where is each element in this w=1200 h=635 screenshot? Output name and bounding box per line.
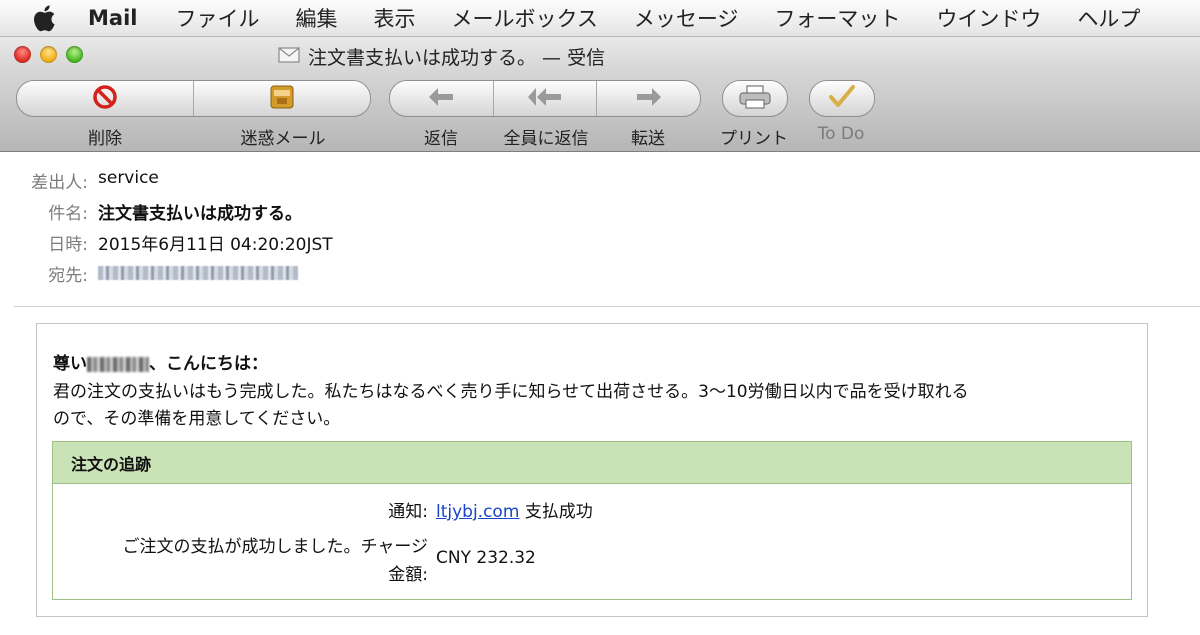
window-title: 注文書支払いは成功する。 — 受信: [278, 43, 605, 70]
window-title-text: 注文書支払いは成功する。 — 受信: [308, 47, 606, 69]
greeting-prefix: 尊い: [53, 354, 87, 374]
from-label: 差出人:: [31, 173, 88, 193]
from-value[interactable]: service: [98, 168, 159, 188]
forward-button[interactable]: [597, 81, 700, 116]
delete-label: 削除: [88, 129, 122, 149]
to-value-redacted[interactable]: [98, 263, 298, 283]
menu-mailbox[interactable]: メールボックス: [433, 3, 615, 33]
menu-format[interactable]: フォーマット: [756, 3, 918, 33]
reply-label: 返信: [424, 129, 458, 149]
menu-help[interactable]: ヘルプ: [1059, 3, 1158, 33]
greeting-suffix: 、こんにちは：: [149, 354, 268, 374]
charge-label-line-1: ご注文の支払が成功しました。チャージ: [122, 537, 429, 557]
menu-edit[interactable]: 編集: [277, 3, 355, 33]
notice-label: 通知:: [388, 502, 428, 522]
delete-junk-segment: [16, 80, 371, 117]
reply-all-label: 全員に返信: [503, 129, 589, 149]
menu-bar: Mail ファイル 編集 表示 メールボックス メッセージ フォーマット ウイン…: [0, 0, 1200, 37]
junk-button[interactable]: [194, 81, 370, 116]
close-window-button[interactable]: [14, 46, 31, 63]
menu-app-mail[interactable]: Mail: [82, 6, 157, 30]
order-tracking-heading: 注文の追跡: [53, 442, 1131, 484]
envelope-icon: [278, 46, 300, 68]
date-value: 2015年6月11日 04:20:20JST: [98, 235, 333, 255]
print-label: プリント: [720, 129, 788, 149]
forward-label: 転送: [631, 129, 665, 149]
window-title-bar: 注文書支払いは成功する。 — 受信: [0, 37, 1200, 71]
delete-icon: [92, 84, 118, 114]
to-label: 宛先:: [48, 266, 88, 286]
reply-button[interactable]: [390, 81, 494, 116]
notice-link[interactable]: ltjybj.com: [436, 502, 519, 522]
charge-amount: CNY 232.32: [436, 548, 536, 568]
reply-all-arrow-icon: [526, 85, 564, 113]
menu-window[interactable]: ウインドウ: [918, 3, 1059, 33]
menu-file[interactable]: ファイル: [157, 3, 277, 33]
charge-label-line-2: 金額:: [388, 565, 428, 585]
header-divider: [14, 306, 1200, 307]
menu-message[interactable]: メッセージ: [616, 3, 757, 33]
reply-segment: [389, 80, 701, 117]
redacted-address: [98, 266, 298, 280]
todo-segment: [809, 80, 875, 117]
toolbar: 削除 迷惑メール 返信 全員に返信 転送 プリント To Do: [0, 71, 1200, 152]
date-label: 日時:: [48, 235, 88, 255]
message-paragraph: 君の注文の支払いはもう完成した。私たちはなるべく売り手に知らせて出荷させる。3〜…: [53, 379, 1138, 433]
greeting: 尊い 、こんにちは：: [53, 349, 268, 374]
junk-label: 迷惑メール: [240, 129, 326, 149]
delete-button[interactable]: [17, 81, 194, 116]
forward-arrow-icon: [634, 85, 664, 113]
todo-button[interactable]: [810, 81, 874, 116]
reply-all-button[interactable]: [494, 81, 598, 116]
notice-value: ltjybj.com 支払成功: [436, 497, 593, 522]
print-button[interactable]: [723, 81, 787, 116]
menu-view[interactable]: 表示: [355, 3, 433, 33]
redacted-name: [87, 356, 149, 372]
zoom-window-button[interactable]: [66, 46, 83, 63]
message-line-1: 君の注文の支払いはもう完成した。私たちはなるべく売り手に知らせて出荷させる。3〜…: [53, 382, 969, 402]
subject-label: 件名:: [48, 204, 88, 224]
apple-menu-icon[interactable]: [30, 3, 68, 33]
message-body: 尊い 、こんにちは： 君の注文の支払いはもう完成した。私たちはなるべく売り手に知ら…: [36, 323, 1148, 617]
print-segment: [722, 80, 788, 117]
minimize-window-button[interactable]: [40, 46, 57, 63]
checkmark-icon: [828, 84, 856, 114]
message-line-2: ので、その準備を用意してください。: [53, 409, 341, 429]
subject-value: 注文書支払いは成功する。: [98, 204, 302, 224]
notice-text: 支払成功: [524, 502, 593, 522]
printer-icon: [738, 84, 772, 114]
window-controls: [14, 46, 83, 63]
junk-mail-icon: [267, 84, 297, 114]
reply-arrow-icon: [426, 85, 456, 113]
todo-label: To Do: [817, 124, 865, 144]
order-tracking-box: 注文の追跡 通知: ltjybj.com 支払成功 ご注文の支払が成功しました。…: [52, 441, 1132, 600]
